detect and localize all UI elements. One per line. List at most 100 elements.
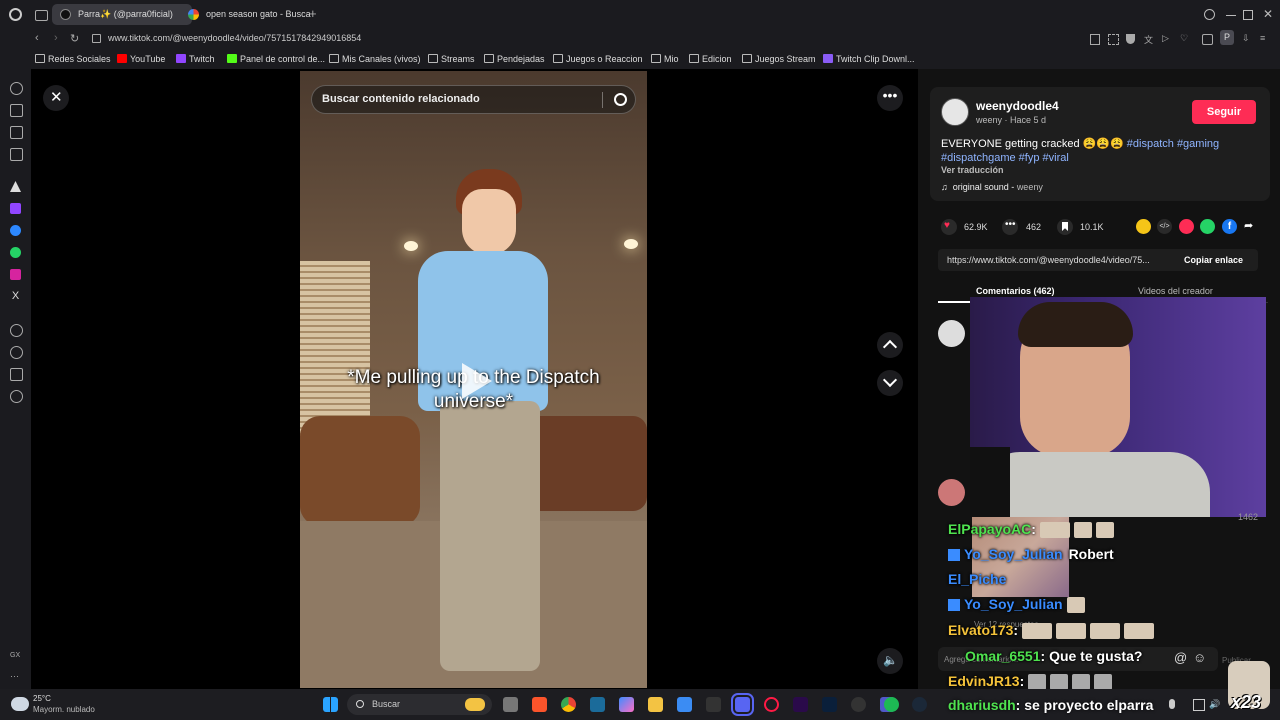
weather-icon[interactable] [11,697,29,711]
chat-username[interactable]: Elvato173 [948,622,1013,638]
folder-icon[interactable] [648,697,663,712]
related-search-box[interactable]: Buscar contenido relacionado [311,85,636,114]
volume-button[interactable]: 🔈 [877,648,903,674]
more-icon[interactable]: ··· [10,671,19,681]
bookmark-youtube[interactable]: YouTube [117,53,165,65]
bookmark-juegos-stream[interactable]: Juegos Stream [742,53,816,65]
hashtags[interactable]: #dispatch #gaming [1127,138,1219,150]
previous-video-button[interactable] [877,332,903,358]
like-button[interactable]: ♥ [941,219,957,235]
tab-parra[interactable]: Parra✨ (@parra0ficial) [52,4,192,25]
m-icon[interactable] [10,148,23,161]
obs-icon[interactable] [851,697,866,712]
sound-link[interactable]: ♫ original sound - weeny [941,182,1043,192]
menu-icon[interactable]: ≡ [1260,33,1265,43]
history-icon[interactable] [10,82,23,95]
snapshot-icon[interactable] [1108,34,1119,45]
send-icon[interactable] [1179,219,1194,234]
hashtags[interactable]: #dispatchgame #fyp #viral [941,152,1069,164]
mic-icon[interactable] [1169,699,1175,709]
see-translation-link[interactable]: Ver traducción [941,165,1004,175]
save-button[interactable] [1057,219,1073,235]
tab-creator-videos[interactable]: Videos del creador [1138,286,1213,296]
steam-icon[interactable] [912,697,927,712]
bookmark-edicion[interactable]: Edicion [689,53,732,65]
gallery-icon[interactable] [10,126,23,139]
chat-username[interactable]: dhariusdh [948,697,1016,713]
bookmark-redes-sociales[interactable]: Redes Sociales [35,53,111,65]
embed-icon[interactable]: </> [1157,219,1172,234]
next-video-button[interactable] [877,370,903,396]
shield-icon[interactable] [1126,34,1135,44]
avatar[interactable] [941,98,969,126]
reload-icon[interactable]: ↻ [70,32,79,45]
arrow-icon[interactable] [10,181,21,192]
bookmark-twitch-clip[interactable]: Twitch Clip Downl... [823,53,915,65]
facebook-icon[interactable]: f [1222,219,1237,234]
copy-link-button[interactable]: Copiar enlace [1184,255,1243,265]
settings-icon[interactable] [10,390,23,403]
weather-desc[interactable]: Mayorm. nublado [33,705,95,714]
bookmark-pendejadas[interactable]: Pendejadas [484,53,545,65]
extension-icon[interactable] [1202,34,1213,45]
bookmark-mis-canales[interactable]: Mis Canales (vivos) [329,53,421,65]
commenter-avatar[interactable] [938,479,965,506]
author-username[interactable]: weenydoodle4 [976,99,1059,113]
emoji-icon[interactable]: ☺ [1193,650,1206,665]
bookmark-streams[interactable]: Streams [428,53,475,65]
extensions-icon[interactable] [10,368,23,381]
whatsapp-icon[interactable] [10,247,21,258]
close-window-icon[interactable]: ✕ [1263,7,1273,21]
m-app-icon[interactable] [706,697,721,712]
comment-button[interactable]: ••• [1002,219,1018,235]
windows-start-icon[interactable] [323,697,338,712]
chat-username[interactable]: Omar_6551 [965,648,1041,664]
clock-icon[interactable] [10,346,23,359]
play-icon[interactable] [462,363,492,399]
network-icon[interactable] [1193,699,1205,711]
chat-username[interactable]: EdvinJR13 [948,673,1020,689]
restore-icon[interactable] [1243,10,1253,20]
share-arrow-icon[interactable]: ➦ [1244,219,1253,232]
premiere-icon[interactable] [793,697,808,712]
profile-icon[interactable]: P [1220,30,1234,45]
follow-button[interactable]: Seguir [1192,100,1256,124]
heart-icon[interactable]: ♡ [1180,33,1188,44]
bookmark-twitch[interactable]: Twitch [176,53,215,65]
twitch-icon[interactable] [10,203,21,214]
gx-label[interactable]: GX [10,652,20,659]
discord-icon[interactable] [731,693,754,716]
bookmark-mio[interactable]: Mio [651,53,679,65]
play-icon[interactable]: ▷ [1162,33,1169,44]
share-url[interactable]: https://www.tiktok.com/@weenydoodle4/vid… [947,255,1150,265]
tab-comments[interactable]: Comentarios (462) [976,286,1055,296]
new-tab-button[interactable]: + [309,7,317,21]
chat-username[interactable]: Yo_Soy_Julian [964,546,1063,562]
url-text[interactable]: www.tiktok.com/@weenydoodle4/video/75715… [108,33,361,43]
file-explorer-icon[interactable] [503,697,518,712]
repost-icon[interactable] [1136,219,1151,234]
taskbar-search[interactable]: Buscar [347,694,492,715]
messenger-icon[interactable] [10,225,21,236]
instagram-icon[interactable] [10,269,21,280]
opera-gx-icon[interactable] [764,697,779,712]
search-icon[interactable] [614,93,627,106]
chat-username[interactable]: El_Piche [948,571,1006,587]
store-icon[interactable] [677,697,692,712]
copilot-icon[interactable] [619,697,634,712]
tab-google-search[interactable]: open season gato - Busca [180,4,326,25]
tab-manager-icon[interactable] [35,10,48,21]
weather-temp[interactable]: 25°C [33,694,51,703]
vegas-icon[interactable] [590,697,605,712]
search-tabs-icon[interactable] [1204,9,1215,20]
brave-icon[interactable] [532,697,547,712]
video-player[interactable]: Buscar contenido relacionado *Me pulling… [300,71,647,688]
volume-tray-icon[interactable]: 🔊 [1209,699,1220,710]
pin-icon[interactable] [1090,34,1100,45]
commenter-avatar[interactable] [938,320,965,347]
chat-username[interactable]: ElPapayoAC [948,521,1031,537]
back-icon[interactable]: ‹ [35,32,39,44]
spotify-app-icon[interactable] [884,697,899,712]
aria-icon[interactable] [10,104,23,117]
x-icon[interactable]: X [10,291,21,302]
